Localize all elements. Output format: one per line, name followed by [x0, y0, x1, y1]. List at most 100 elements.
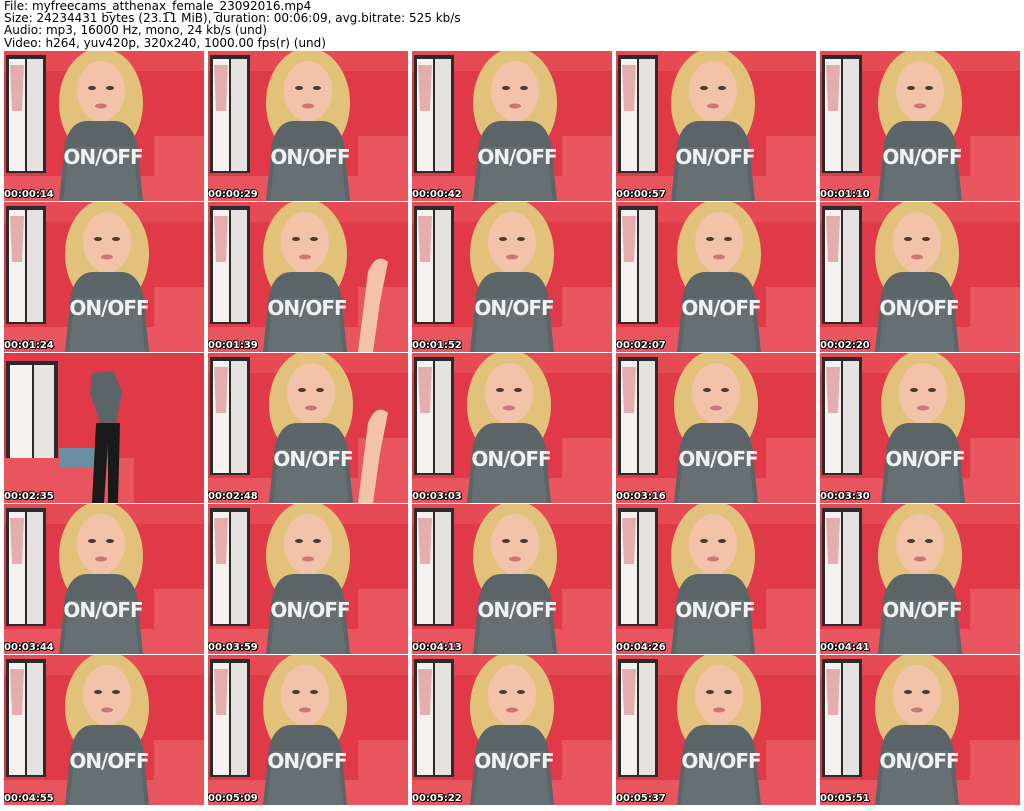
shirt-text: ON/OFF [882, 145, 962, 169]
frame-image [4, 504, 204, 654]
thumbnail-frame: ON/OFF 00:00:14 [4, 51, 204, 201]
thumbnail-frame: ON/OFF 00:05:51 [820, 655, 1020, 805]
shirt-text: ON/OFF [879, 749, 959, 773]
shirt-text: ON/OFF [675, 145, 755, 169]
timestamp-label: 00:03:30 [820, 491, 870, 502]
timestamp-label: 00:05:37 [616, 793, 666, 804]
shirt-text: ON/OFF [267, 296, 347, 320]
timestamp-label: 00:00:14 [4, 189, 54, 200]
frame-image [412, 655, 612, 805]
shirt-text: ON/OFF [471, 447, 551, 471]
timestamp-label: 00:01:10 [820, 189, 870, 200]
thumbnail-frame: ON/OFF 00:03:16 [616, 353, 816, 503]
shirt-text: ON/OFF [681, 749, 761, 773]
timestamp-label: 00:03:16 [616, 491, 666, 502]
shirt-text: ON/OFF [885, 447, 965, 471]
shirt-text: ON/OFF [882, 598, 962, 622]
shirt-text: ON/OFF [63, 145, 143, 169]
thumbnail-frame: ON/OFF 00:02:48 [208, 353, 408, 503]
thumbnail-frame: ON/OFF 00:05:37 [616, 655, 816, 805]
shirt-text: ON/OFF [879, 296, 959, 320]
thumbnail-frame: ON/OFF 00:03:59 [208, 504, 408, 654]
timestamp-label: 00:04:13 [412, 642, 462, 653]
thumbnail-frame: ON/OFF 00:03:03 [412, 353, 612, 503]
frame-image [4, 51, 204, 201]
thumbnail-frame: ON/OFF 00:00:57 [616, 51, 816, 201]
shirt-text: ON/OFF [63, 598, 143, 622]
shirt-text: ON/OFF [474, 749, 554, 773]
frame-image [820, 655, 1020, 805]
timestamp-label: 00:02:07 [616, 340, 666, 351]
timestamp-label: 00:01:52 [412, 340, 462, 351]
shirt-text: ON/OFF [267, 749, 347, 773]
shirt-text: ON/OFF [69, 749, 149, 773]
shirt-text: ON/OFF [678, 447, 758, 471]
thumbnail-frame: ON/OFF 00:03:30 [820, 353, 1020, 503]
shirt-text: ON/OFF [477, 598, 557, 622]
frame-image [412, 202, 612, 352]
frame-image [208, 202, 408, 352]
frame-image [4, 202, 204, 352]
frame-image [208, 51, 408, 201]
shirt-text: ON/OFF [675, 598, 755, 622]
frame-image [412, 353, 612, 503]
timestamp-label: 00:03:44 [4, 642, 54, 653]
frame-image [820, 51, 1020, 201]
shirt-text: ON/OFF [270, 598, 350, 622]
timestamp-label: 00:03:59 [208, 642, 258, 653]
timestamp-label: 00:02:48 [208, 491, 258, 502]
timestamp-label: 00:00:29 [208, 189, 258, 200]
thumbnail-frame: ON/OFF 00:05:09 [208, 655, 408, 805]
thumbnail-frame: ON/OFF 00:03:44 [4, 504, 204, 654]
frame-image [616, 51, 816, 201]
thumbnail-frame: ON/OFF 00:01:39 [208, 202, 408, 352]
timestamp-label: 00:01:24 [4, 340, 54, 351]
frame-image [616, 353, 816, 503]
timestamp-label: 00:05:22 [412, 793, 462, 804]
frame-image [4, 353, 204, 503]
frame-image [820, 353, 1020, 503]
thumbnail-frame: ON/OFF 00:04:13 [412, 504, 612, 654]
shirt-text: ON/OFF [273, 447, 353, 471]
frame-image [616, 202, 816, 352]
frame-image [412, 504, 612, 654]
frame-image [616, 504, 816, 654]
shirt-text: ON/OFF [477, 145, 557, 169]
thumbnail-frame: ON/OFF 00:05:22 [412, 655, 612, 805]
frame-image [820, 202, 1020, 352]
shirt-text: ON/OFF [69, 296, 149, 320]
frame-image [616, 655, 816, 805]
thumbnail-frame: ON/OFF 00:02:20 [820, 202, 1020, 352]
timestamp-label: 00:03:03 [412, 491, 462, 502]
timestamp-label: 00:02:35 [4, 491, 54, 502]
thumbnail-frame: ON/OFF 00:00:29 [208, 51, 408, 201]
thumbnail-frame: ON/OFF 00:02:07 [616, 202, 816, 352]
thumbnail-grid: ON/OFF 00:00:14 ON/OFF 00:00:29 ON/OFF 0… [4, 51, 1020, 805]
timestamp-label: 00:05:09 [208, 793, 258, 804]
shirt-text: ON/OFF [474, 296, 554, 320]
timestamp-label: 00:00:42 [412, 189, 462, 200]
frame-image [208, 655, 408, 805]
timestamp-label: 00:04:26 [616, 642, 666, 653]
shirt-text: ON/OFF [681, 296, 761, 320]
thumbnail-frame: ON/OFF 00:01:52 [412, 202, 612, 352]
video-info-line: Video: h264, yuv420p, 320x240, 1000.00 f… [4, 35, 326, 50]
timestamp-label: 00:05:51 [820, 793, 870, 804]
timestamp-label: 00:04:41 [820, 642, 870, 653]
thumbnail-frame: ON/OFF 00:04:26 [616, 504, 816, 654]
timestamp-label: 00:02:20 [820, 340, 870, 351]
thumbnail-frame: ON/OFF 00:01:10 [820, 51, 1020, 201]
timestamp-label: 00:01:39 [208, 340, 258, 351]
thumbnail-frame: ON/OFF 00:01:24 [4, 202, 204, 352]
file-info-header: File: myfreecams_atthenax_female_2309201… [4, 0, 1020, 50]
frame-image [412, 51, 612, 201]
shirt-text: ON/OFF [270, 145, 350, 169]
thumbnail-frame: ON/OFF00:02:35 [4, 353, 204, 503]
timestamp-label: 00:04:55 [4, 793, 54, 804]
timestamp-label: 00:00:57 [616, 189, 666, 200]
frame-image [208, 504, 408, 654]
frame-image [4, 655, 204, 805]
frame-image [208, 353, 408, 503]
frame-image [820, 504, 1020, 654]
thumbnail-frame: ON/OFF 00:04:55 [4, 655, 204, 805]
